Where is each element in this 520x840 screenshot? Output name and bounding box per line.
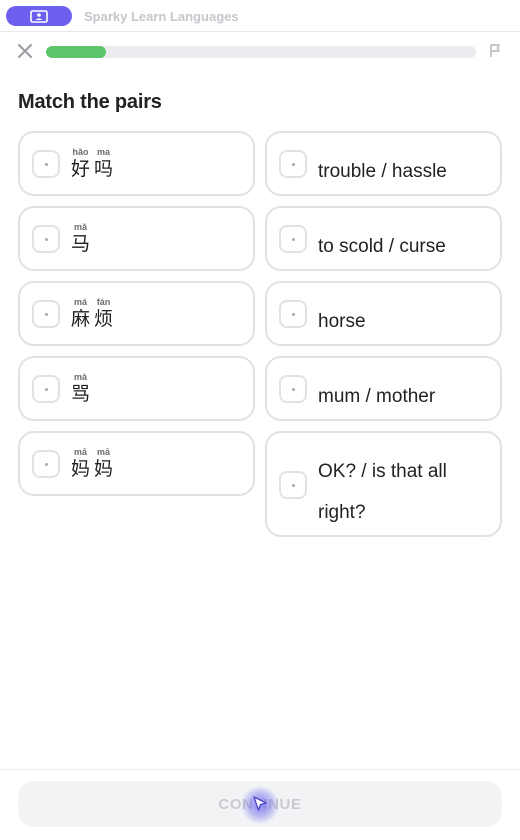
select-indicator [279,225,307,253]
select-indicator [279,300,307,328]
match-card-chinese[interactable]: mā 妈 mā 妈 [18,431,255,496]
select-indicator [279,150,307,178]
pinyin: mà [74,372,88,382]
english-meaning: OK? / is that all right? [318,461,447,523]
select-indicator [32,450,60,478]
pinyin: hǎo [72,147,89,157]
select-indicator [32,300,60,328]
pinyin: má [74,297,88,307]
select-indicator [32,225,60,253]
chinese-word: hǎo 好 ma 吗 [71,147,113,181]
screen-share-icon [30,9,48,23]
match-card-chinese[interactable]: mà 骂 [18,356,255,421]
exercise-prompt: Match the pairs [18,91,162,113]
app-title: Sparky Learn Languages [84,9,239,24]
english-meaning: trouble / hassle [318,161,447,182]
chinese-word: mà 骂 [71,372,90,406]
select-indicator [279,471,307,499]
hanzi: 麻 [71,308,91,330]
select-indicator [32,150,60,178]
select-indicator [32,375,60,403]
english-meaning: horse [318,311,366,332]
flag-icon [490,44,500,57]
lesson-progress-bar [46,46,476,58]
hanzi: 马 [71,233,91,255]
pinyin: mā [97,447,111,457]
match-card-english[interactable]: trouble / hassle [265,131,502,196]
pinyin: mā [74,447,88,457]
match-card-english[interactable]: OK? / is that all right? [265,431,502,537]
pointer-cursor-icon [253,796,267,811]
hanzi: 骂 [71,383,91,405]
report-flag-button[interactable] [487,43,505,61]
app-bar: Sparky Learn Languages [0,0,520,32]
hanzi: 吗 [94,158,114,180]
match-card-english[interactable]: to scold / curse [265,206,502,271]
app-switcher-button[interactable] [6,6,72,26]
hanzi: 妈 [71,458,91,480]
hanzi: 烦 [94,308,114,330]
match-card-chinese[interactable]: má 麻 fán 烦 [18,281,255,346]
hanzi: 妈 [94,458,114,480]
match-card-chinese[interactable]: mǎ 马 [18,206,255,271]
chinese-word: mǎ 马 [71,222,90,256]
english-meaning: mum / mother [318,386,436,407]
match-card-english[interactable]: mum / mother [265,356,502,421]
chinese-word: má 麻 fán 烦 [71,297,113,331]
select-indicator [279,375,307,403]
pinyin: fán [96,297,111,307]
chinese-word: mā 妈 mā 妈 [71,447,113,481]
english-meaning: to scold / curse [318,236,446,257]
lesson-progress-fill [46,46,107,58]
close-icon [18,44,32,58]
pinyin: mǎ [74,222,88,232]
close-button[interactable] [15,41,35,61]
match-card-chinese[interactable]: hǎo 好 ma 吗 [18,131,255,196]
pinyin: ma [97,147,111,157]
match-card-english[interactable]: horse [265,281,502,346]
hanzi: 好 [71,158,91,180]
